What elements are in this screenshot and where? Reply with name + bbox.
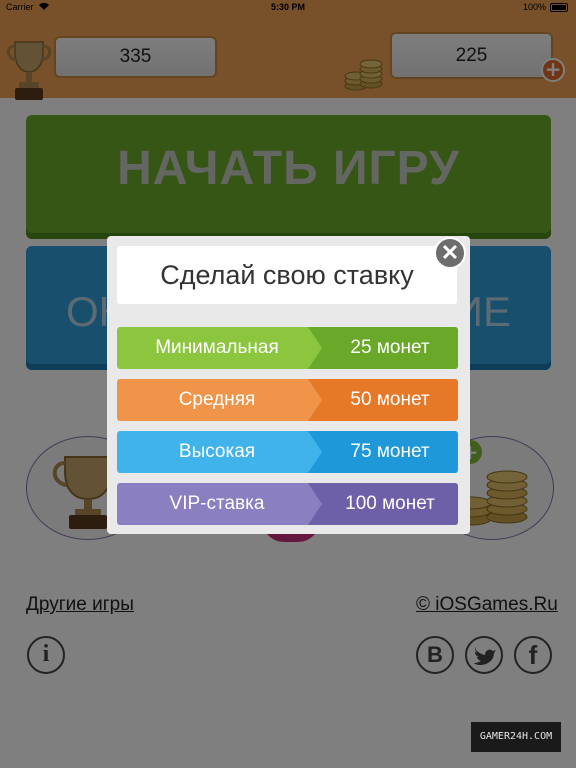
bet-dialog: Сделай свою ставку ✕ Минимальная 25 моне…	[107, 236, 470, 534]
bet-option-label: Минимальная	[155, 337, 279, 358]
watermark: GAMER24H.COM	[471, 722, 561, 752]
bet-option-vip[interactable]: VIP-ставка 100 монет	[117, 483, 458, 525]
bet-option-label: Средняя	[178, 389, 256, 410]
bet-option-label: Высокая	[178, 441, 256, 462]
bet-option-amount: 100 монет	[308, 483, 458, 525]
bet-option-amount: 75 монет	[308, 431, 458, 473]
bet-option-minimal[interactable]: Минимальная 25 монет	[117, 327, 458, 369]
bet-option-label: VIP-ставка	[169, 493, 265, 514]
bet-option-amount: 50 монет	[308, 379, 458, 421]
bet-dialog-title: Сделай свою ставку	[160, 260, 414, 290]
bet-option-amount: 25 монет	[308, 327, 458, 369]
bet-option-medium[interactable]: Средняя 50 монет	[117, 379, 458, 421]
close-button[interactable]: ✕	[434, 237, 466, 269]
bet-option-high[interactable]: Высокая 75 монет	[117, 431, 458, 473]
bet-dialog-header: Сделай свою ставку	[117, 246, 457, 304]
